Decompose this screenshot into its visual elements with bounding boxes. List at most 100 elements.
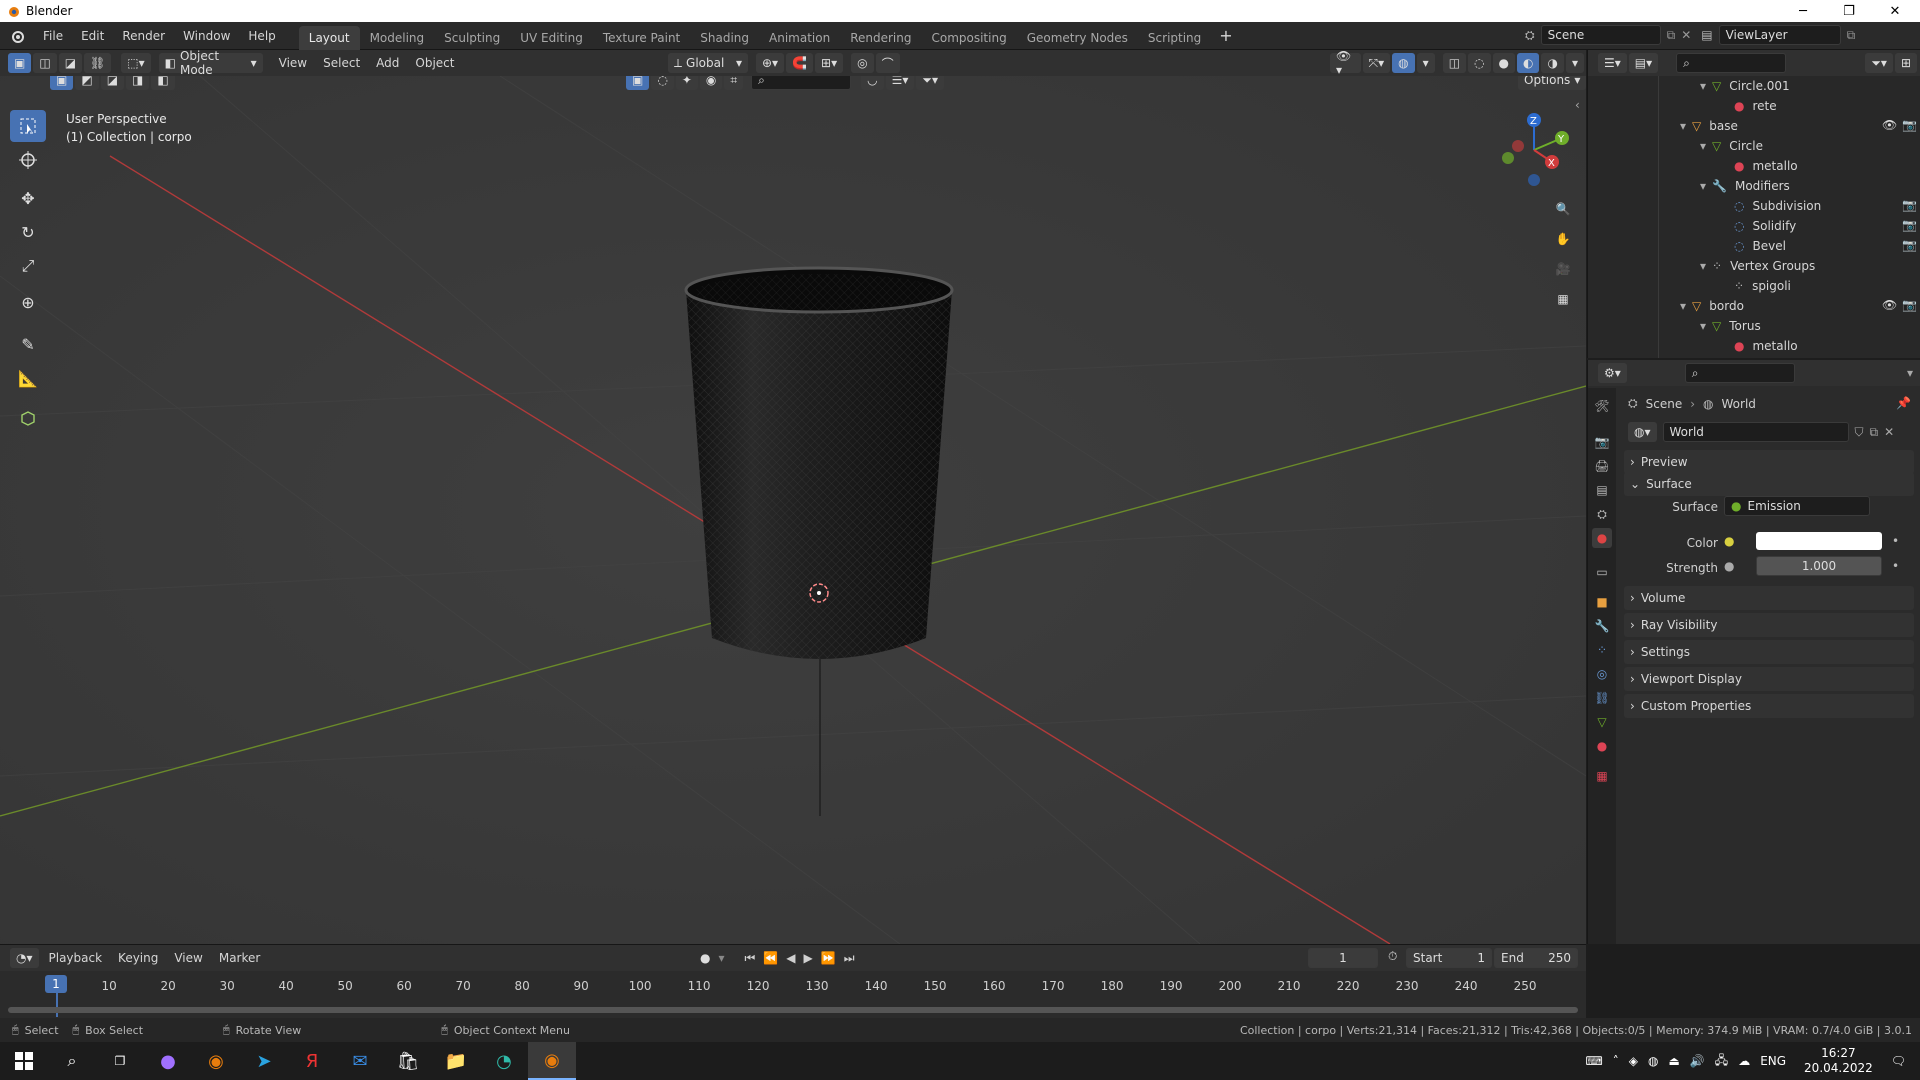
mode-extend-icon[interactable]: ◩ <box>75 76 99 90</box>
mode-subtract-icon[interactable]: ◪ <box>100 76 125 90</box>
select-light-icon[interactable]: ✦ <box>675 76 698 90</box>
jump-keyframe-back-icon[interactable]: ⏪ <box>763 951 778 965</box>
scene-selector[interactable]: Scene <box>1540 25 1661 45</box>
select-curve-icon[interactable]: ◌ <box>651 76 674 90</box>
jump-end-icon[interactable]: ⏭ <box>844 951 855 966</box>
tab-uv-editing[interactable]: UV Editing <box>510 26 593 50</box>
outliner-filter-icon[interactable]: ⏷▾ <box>1865 53 1893 73</box>
chevron-down-icon[interactable]: ▾ <box>1907 366 1913 380</box>
render-camera-icon[interactable]: 📷 <box>1902 238 1917 252</box>
timeline-menu-keying[interactable]: Keying <box>110 951 166 965</box>
timeline-scrollbar[interactable] <box>8 1007 1578 1013</box>
outliner-row[interactable]: ▾ 🔧 Modifiers <box>1700 176 1790 196</box>
ortho-grid-icon[interactable]: ▦ <box>1550 286 1576 312</box>
scene-tab-icon[interactable]: ⛭ <box>1592 504 1612 524</box>
timeline-editor-icon[interactable]: ◔▾ <box>10 948 39 968</box>
filter-icon[interactable]: ⏷▾ <box>916 76 945 90</box>
visibility-eye-icon[interactable]: 👁 <box>1882 118 1897 132</box>
tab-compositing[interactable]: Compositing <box>921 26 1016 50</box>
select-empty-icon[interactable]: ⌗ <box>724 76 744 90</box>
windows-start-icon[interactable] <box>0 1042 48 1080</box>
panel-settings[interactable]: › Settings <box>1624 640 1914 664</box>
keyframe-dot-icon[interactable]: • <box>1892 559 1899 573</box>
select-box-tool[interactable] <box>10 110 46 142</box>
tab-modeling[interactable]: Modeling <box>360 26 435 50</box>
3d-viewport[interactable]: User Perspective (1) Collection | corpo … <box>0 76 1586 944</box>
fake-user-icon[interactable]: ⛉ <box>1855 425 1864 440</box>
outliner-row[interactable]: ▾ ▽ Torus <box>1700 316 1761 336</box>
falloff-icon[interactable]: ⌒ <box>875 53 900 73</box>
panel-volume[interactable]: › Volume <box>1624 586 1914 610</box>
tab-rendering[interactable]: Rendering <box>840 26 921 50</box>
link-icon[interactable]: ⛓ <box>84 53 112 73</box>
zoom-icon[interactable]: 🔍 <box>1550 196 1576 222</box>
viewport-search-input[interactable]: ⌕ <box>751 76 852 90</box>
sidebar-toggle-icon[interactable]: ‹ <box>1575 98 1580 112</box>
edge-browser-icon[interactable]: ◔ <box>480 1042 528 1080</box>
xray-icon[interactable]: ◫ <box>1442 53 1467 73</box>
scene-delete-icon[interactable]: ✕ <box>1681 28 1691 42</box>
options-button[interactable]: Options ▾ <box>1518 76 1586 90</box>
tray-app-icon[interactable]: ◈ <box>1629 1054 1638 1068</box>
search-icon[interactable]: ⌕ <box>48 1042 96 1080</box>
pan-hand-icon[interactable]: ✋ <box>1550 226 1576 252</box>
gizmo-icon[interactable]: ⤧▾ <box>1362 53 1391 73</box>
shading-dropdown-icon[interactable]: ▾ <box>1565 53 1584 73</box>
usb-icon[interactable]: ⏏ <box>1669 1054 1680 1068</box>
disclosure-triangle-icon[interactable]: ▾ <box>1700 79 1706 93</box>
outliner-row[interactable]: ◌ Bevel <box>1720 236 1786 256</box>
proportional-edit-icon[interactable]: ◎ <box>851 53 874 73</box>
tab-animation[interactable]: Animation <box>759 26 840 50</box>
panel-ray-visibility[interactable]: › Ray Visibility <box>1624 613 1914 637</box>
close-button[interactable]: ✕ <box>1872 0 1918 22</box>
disclosure-triangle-icon[interactable]: ▾ <box>1700 139 1706 153</box>
timeline-ruler[interactable]: 1 10 20 30 40 50 60 70 80 90 100 110 120 130 140 150 16… <box>0 971 1586 1019</box>
render-tab-icon[interactable]: 📷 <box>1592 432 1612 452</box>
tool-tab-icon[interactable]: 🛠 <box>1592 396 1612 416</box>
mode-new-icon[interactable]: ▣ <box>50 76 74 90</box>
scene-new-icon[interactable]: ⧉ <box>1667 28 1676 43</box>
record-icon[interactable]: ● <box>700 951 710 965</box>
panel-custom-properties[interactable]: › Custom Properties <box>1624 694 1914 718</box>
duplicate-icon[interactable]: ⧉ <box>1870 425 1879 440</box>
task-view-icon[interactable]: ❐ <box>96 1042 144 1080</box>
current-frame-field[interactable]: 1 <box>1308 948 1378 968</box>
telegram-app-icon[interactable]: ➤ <box>240 1042 288 1080</box>
transform-tool[interactable]: ⊕ <box>10 286 46 318</box>
menu-file[interactable]: File <box>34 25 72 47</box>
select-mesh-icon[interactable]: ▣ <box>626 76 650 90</box>
strength-field[interactable]: 1.000 <box>1756 556 1882 576</box>
snap-icon[interactable]: 🧲 <box>786 53 814 73</box>
visibility-icon[interactable]: 👁▾ <box>1330 49 1361 77</box>
start-frame-field[interactable]: Start 1 <box>1406 948 1492 968</box>
outliner-row[interactable]: ● metallo <box>1720 336 1798 356</box>
world-name-field[interactable]: World <box>1662 422 1849 442</box>
pivot-icon[interactable]: ⊕▾ <box>756 53 785 73</box>
list-icon[interactable]: ☰▾ <box>885 76 915 90</box>
annotate-tool[interactable]: ✎ <box>10 328 46 360</box>
mode-difference-icon[interactable]: ◨ <box>126 76 150 90</box>
disclosure-triangle-icon[interactable]: ▾ <box>1680 119 1686 133</box>
play-reverse-icon[interactable]: ◀ <box>786 951 795 965</box>
stopwatch-icon[interactable]: ⏱ <box>1388 949 1397 964</box>
tab-geometry-nodes[interactable]: Geometry Nodes <box>1017 26 1138 50</box>
material-shading-icon[interactable]: ◐ <box>1517 53 1540 73</box>
scale-tool[interactable]: ⤢ <box>10 250 46 282</box>
viewport-menu-object[interactable]: Object <box>407 56 462 70</box>
pin-icon[interactable]: 📌 <box>1896 396 1911 410</box>
object-tab-icon[interactable]: ■ <box>1592 592 1612 612</box>
record-options-icon[interactable]: ▾ <box>718 951 724 965</box>
keyframe-dot-icon[interactable]: • <box>1892 534 1899 548</box>
menu-render[interactable]: Render <box>113 25 174 47</box>
restore-button[interactable]: ❐ <box>1826 0 1872 22</box>
blender-menu-icon[interactable] <box>0 28 34 44</box>
view-layer-selector[interactable]: ViewLayer <box>1718 25 1841 45</box>
outliner-row[interactable]: ◌ Subdivision <box>1720 196 1821 216</box>
select-camera-icon[interactable]: ◉ <box>699 76 723 90</box>
select-extend-icon[interactable]: ◫ <box>33 53 57 73</box>
panel-surface[interactable]: ⌄ Surface <box>1624 472 1914 496</box>
jump-keyframe-forward-icon[interactable]: ⏩ <box>821 951 836 965</box>
menu-help[interactable]: Help <box>239 25 284 47</box>
notifications-icon[interactable]: 🗨 <box>1891 1054 1906 1068</box>
volume-icon[interactable]: 🔊 <box>1690 1054 1705 1068</box>
